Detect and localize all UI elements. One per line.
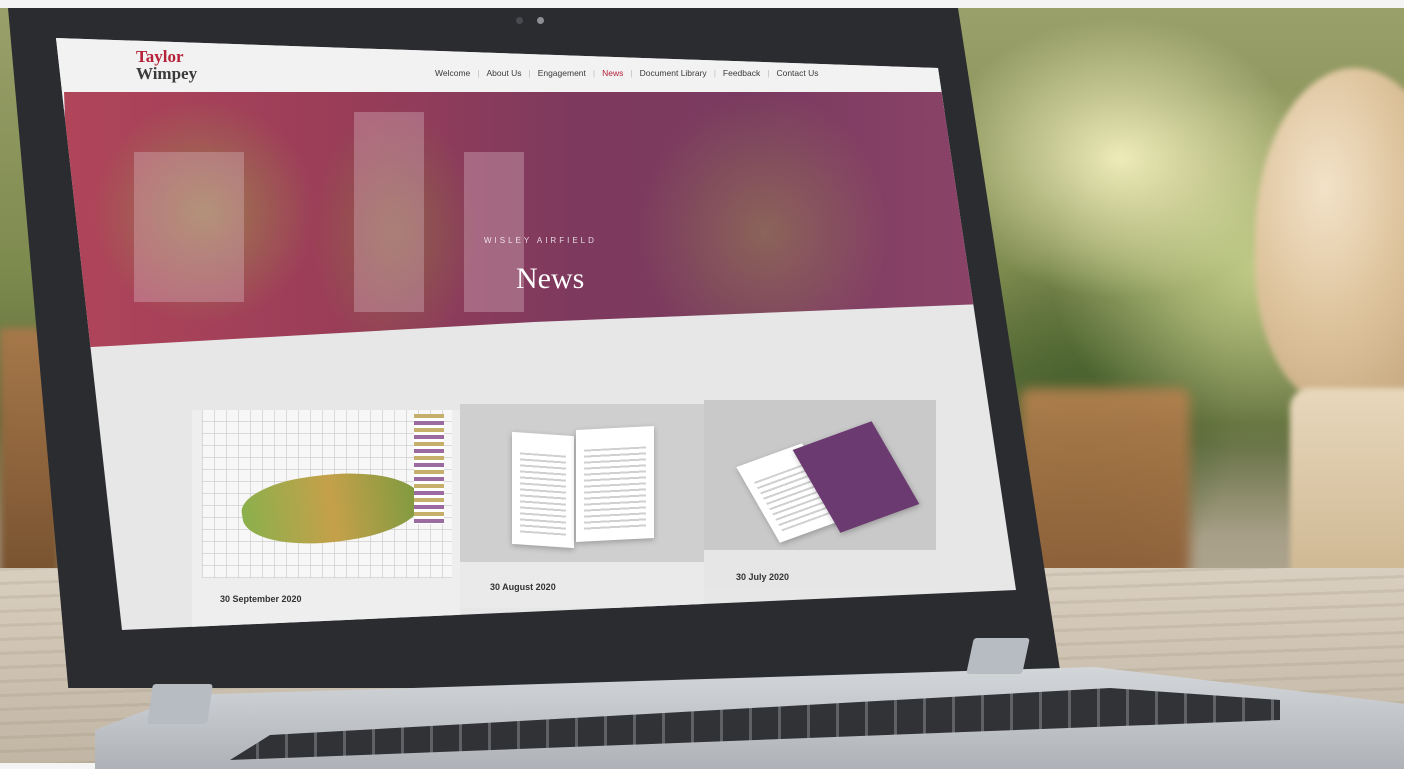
nav-item-welcome[interactable]: Welcome — [428, 68, 477, 78]
news-card-date: 30 July 2020 — [736, 572, 790, 582]
laptop-hinge-left — [147, 684, 213, 724]
main-nav: Welcome | About Us | Engagement | News |… — [428, 68, 826, 78]
news-card-date: 30 August 2020 — [490, 582, 556, 592]
hero-subtitle: WISLEY AIRFIELD — [484, 236, 597, 245]
news-card-thumbnail-newsletter[interactable] — [704, 400, 936, 550]
nav-item-about-us[interactable]: About Us — [480, 68, 529, 78]
garden-urn — [1255, 68, 1404, 408]
newsletter-page-right — [576, 425, 654, 543]
logo-text-bottom: Wimpey — [136, 64, 198, 83]
logo-text-top: Taylor — [136, 47, 184, 66]
webcam-light-icon — [537, 17, 544, 24]
garden-urn-base — [1290, 388, 1404, 588]
news-card[interactable]: 30 August 2020 — [460, 404, 704, 608]
nav-item-feedback[interactable]: Feedback — [716, 68, 767, 78]
news-card[interactable]: 30 July 2020 — [704, 400, 940, 590]
laptop-screen: Taylor Wimpey Welcome | About Us | Engag… — [56, 38, 1016, 630]
laptop-hinge-right — [966, 638, 1030, 674]
map-legend — [414, 414, 444, 524]
news-card-thumbnail-map[interactable] — [202, 410, 452, 578]
newsletter-page-left — [512, 431, 574, 549]
hero-house-wall — [464, 152, 524, 312]
nav-item-contact-us[interactable]: Contact Us — [769, 68, 825, 78]
news-card-date: 30 September 2020 — [220, 594, 302, 604]
site-plan-map — [238, 461, 426, 555]
hero-house-wall — [134, 152, 244, 302]
nav-item-document-library[interactable]: Document Library — [633, 68, 714, 78]
news-card[interactable]: 30 September 2020 — [192, 410, 460, 630]
hero-house-wall — [354, 112, 424, 312]
page-title: News — [516, 262, 585, 295]
taylor-wimpey-logo[interactable]: Taylor Wimpey — [136, 48, 197, 82]
garden-bench — [1020, 388, 1190, 578]
nav-item-engagement[interactable]: Engagement — [531, 68, 593, 78]
webcam-icon — [516, 17, 523, 24]
nav-item-news[interactable]: News — [595, 68, 630, 78]
hero-banner: WISLEY AIRFIELD News — [64, 92, 984, 348]
news-card-thumbnail-newsletter[interactable] — [460, 404, 704, 562]
